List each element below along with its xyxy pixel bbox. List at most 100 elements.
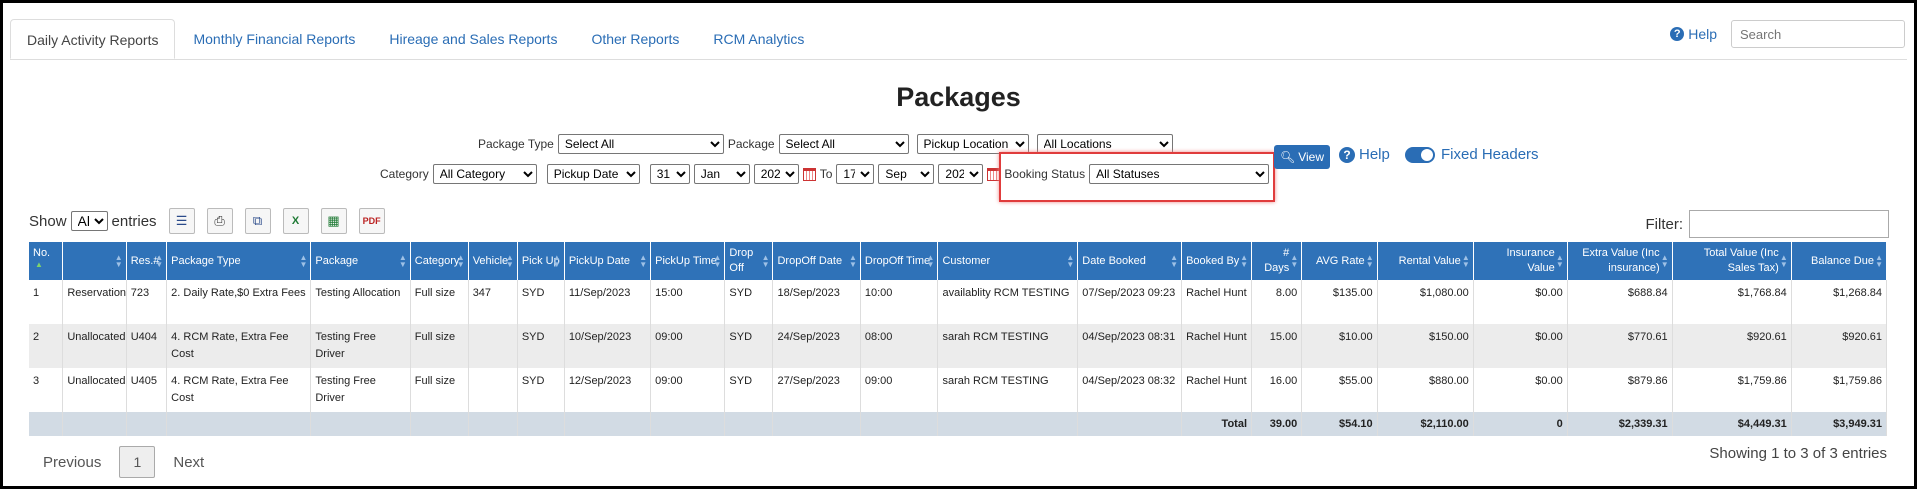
column-header[interactable]: Balance Due ▲ ▼	[1791, 242, 1888, 280]
sort-icon: ▲ ▼	[1290, 253, 1299, 269]
package-type-label: Package Type	[478, 137, 554, 151]
location-select[interactable]: All Locations	[1036, 134, 1173, 154]
from-year-select[interactable]: 2023	[753, 164, 799, 184]
from-calendar-icon[interactable]	[802, 167, 816, 181]
next-button[interactable]: Next	[161, 454, 216, 471]
column-header[interactable]: No.▲	[29, 242, 64, 280]
entries-select[interactable]: All	[70, 211, 108, 231]
column-header-label: Package Type	[171, 254, 241, 267]
table-cell: $770.61	[1567, 324, 1673, 368]
total-empty-cell	[517, 412, 565, 436]
column-header[interactable]: Package ▲ ▼	[310, 242, 411, 280]
to-year-select[interactable]: 2023	[938, 164, 984, 184]
sort-icon: ▲	[35, 260, 43, 269]
from-day-select[interactable]: 31	[649, 164, 690, 184]
table-row[interactable]: 1 Reservation 723 2. Daily Rate,$0 Extra Fe…	[29, 280, 1888, 324]
table-info: Showing 1 to 3 of 3 entries	[1709, 445, 1887, 462]
to-month-select[interactable]: Sep	[878, 164, 935, 184]
date-type-select[interactable]: Pickup Date	[546, 164, 640, 184]
tab-other-reports[interactable]: Other Reports	[575, 19, 695, 59]
column-header[interactable]: AVG Rate ▲ ▼	[1301, 242, 1378, 280]
column-visibility-button[interactable]: ☰	[168, 208, 195, 234]
table-cell: 16.00	[1251, 368, 1303, 412]
to-day-select[interactable]: 17	[836, 164, 875, 184]
tab-daily-activity-reports[interactable]: Daily Activity Reports	[10, 19, 176, 59]
sort-icon: ▲ ▼	[926, 253, 935, 269]
table-row[interactable]: 3 Unallocated U405 4. RCM Rate, Extra Fee C…	[29, 368, 1888, 412]
column-header[interactable]: # Days ▲ ▼	[1251, 242, 1303, 280]
column-header[interactable]: Vehicle ▲ ▼	[468, 242, 518, 280]
column-header[interactable]: DropOff Time ▲ ▼	[860, 242, 939, 280]
tab-rcm-analytics[interactable]: RCM Analytics	[697, 19, 820, 59]
column-header[interactable]: Res.# ▲ ▼	[126, 242, 168, 280]
filter-help-link[interactable]: ? Help	[1339, 146, 1390, 163]
total-label: Total	[1181, 412, 1253, 436]
sort-icon: ▲ ▼	[456, 253, 465, 269]
column-header[interactable]: Date Booked ▲ ▼	[1077, 242, 1183, 280]
column-header[interactable]: PickUp Time ▲ ▼	[650, 242, 726, 280]
column-header[interactable]: PickUp Date ▲ ▼	[564, 242, 652, 280]
column-header[interactable]: Insurance Value ▲ ▼	[1473, 242, 1568, 280]
table-cell: $688.84	[1567, 280, 1673, 324]
column-header[interactable]: ▲ ▼	[62, 242, 127, 280]
pdf-button[interactable]: PDF	[358, 208, 385, 234]
table-cell: $920.61	[1672, 324, 1792, 368]
total-empty-cell	[650, 412, 726, 436]
table-cell: SYD	[724, 368, 774, 412]
column-header[interactable]: Extra Value (Inc insurance) ▲ ▼	[1567, 242, 1673, 280]
package-select[interactable]: Select All	[778, 134, 909, 154]
column-header[interactable]: Customer ▲ ▼	[937, 242, 1079, 280]
column-header[interactable]: Package Type ▲ ▼	[166, 242, 312, 280]
page-1-button[interactable]: 1	[119, 446, 156, 478]
column-header[interactable]: Total Value (Inc Sales Tax) ▲ ▼	[1672, 242, 1792, 280]
column-header-label: Package	[315, 254, 359, 267]
sort-icon: ▲ ▼	[505, 253, 514, 269]
fixed-headers-toggle[interactable]: Fixed Headers	[1405, 146, 1539, 163]
column-header[interactable]: Booked By ▲ ▼	[1181, 242, 1253, 280]
column-header[interactable]: DropOff Date ▲ ▼	[772, 242, 861, 280]
to-label: To	[819, 167, 833, 181]
column-header-label: Customer	[942, 254, 991, 267]
toggle-switch[interactable]	[1405, 146, 1435, 163]
total-empty-cell	[166, 412, 312, 436]
csv-button[interactable]: ▦	[320, 208, 347, 234]
previous-button[interactable]: Previous	[31, 454, 113, 471]
pdf-icon: PDF	[362, 216, 381, 226]
column-header[interactable]: Pick Up ▲ ▼	[517, 242, 565, 280]
header-help-link[interactable]: ? Help	[1670, 26, 1717, 42]
total-total: $4,449.31	[1672, 412, 1792, 436]
reservation-link[interactable]: U404	[126, 324, 168, 368]
column-header-label: Rental Value	[1398, 254, 1461, 267]
location-type-select[interactable]: Pickup Location	[916, 134, 1029, 154]
tab-hireage-and-sales-reports[interactable]: Hireage and Sales Reports	[373, 19, 573, 59]
tab-monthly-financial-reports[interactable]: Monthly Financial Reports	[177, 19, 371, 59]
column-header[interactable]: Category ▲ ▼	[410, 242, 469, 280]
package-type-select[interactable]: Select All	[557, 134, 724, 154]
reservation-link[interactable]: 723	[126, 280, 168, 324]
table-cell: $920.61	[1791, 324, 1888, 368]
sort-icon: ▲ ▼	[114, 253, 123, 269]
search-input[interactable]	[1731, 20, 1905, 48]
filter-input[interactable]	[1689, 210, 1889, 238]
category-label: Category	[380, 167, 429, 181]
table-cell: Full size	[410, 368, 469, 412]
table-cell: 09:00	[650, 368, 726, 412]
category-select[interactable]: All Category	[432, 164, 537, 184]
copy-button[interactable]: ⧉	[244, 208, 271, 234]
table-cell: Testing Free Driver	[310, 368, 411, 412]
from-month-select[interactable]: Jan	[693, 164, 750, 184]
show-label: Show	[29, 212, 67, 230]
table-cell: Unallocated	[62, 324, 127, 368]
excel-button[interactable]: X	[282, 208, 309, 234]
view-button[interactable]: 🔍︎ View	[1274, 145, 1330, 169]
table-row[interactable]: 2 Unallocated U404 4. RCM Rate, Extra Fee C…	[29, 324, 1888, 368]
table-cell: 07/Sep/2023 09:23	[1077, 280, 1183, 324]
column-header[interactable]: Rental Value ▲ ▼	[1377, 242, 1474, 280]
table-cell: SYD	[724, 280, 774, 324]
table-cell: $880.00	[1377, 368, 1474, 412]
reservation-link[interactable]: U405	[126, 368, 168, 412]
column-header[interactable]: Drop Off ▲ ▼	[724, 242, 774, 280]
print-button[interactable]: ⎙	[206, 208, 233, 234]
sort-icon: ▲ ▼	[1660, 253, 1669, 269]
fixed-headers-label: Fixed Headers	[1441, 146, 1539, 163]
